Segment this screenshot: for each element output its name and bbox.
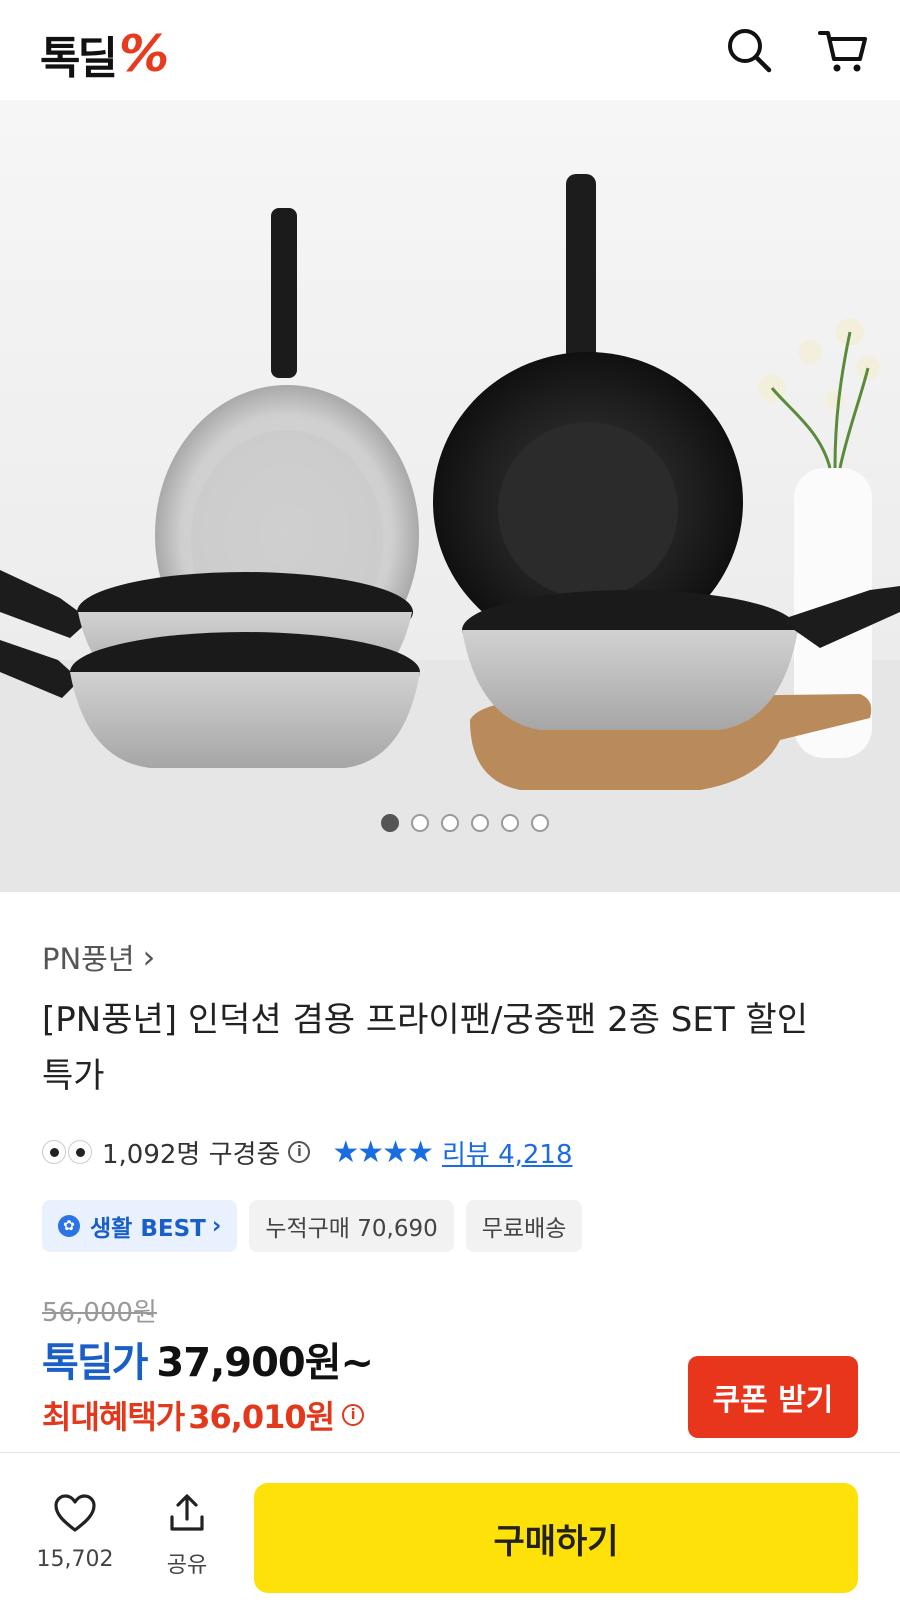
brand-name: PN풍년 — [42, 942, 135, 976]
viewer-count: 1,092명 구경중 — [102, 1139, 281, 1170]
buy-button[interactable]: 구매하기 — [254, 1483, 858, 1593]
coupon-button[interactable]: 쿠폰 받기 — [688, 1356, 858, 1438]
product-image-carousel[interactable] — [0, 100, 900, 892]
carousel-dots — [0, 814, 900, 838]
carousel-dot-5[interactable] — [501, 814, 519, 832]
star-rating-icon: ★★★★ — [332, 1134, 434, 1170]
carousel-dot-2[interactable] — [411, 814, 429, 832]
carousel-dot-3[interactable] — [441, 814, 459, 832]
best-chip-label: 생활 BEST — [90, 1216, 206, 1242]
review-link[interactable]: 리뷰 4,218 — [442, 1134, 573, 1171]
max-benefit-price: 36,010원 — [188, 1398, 335, 1436]
max-benefit-row: 최대혜택가 36,010원 i — [42, 1392, 365, 1438]
product-photo — [0, 174, 900, 892]
brand-link[interactable]: PN풍년 › — [42, 936, 155, 978]
best-badge-icon: ✿ — [58, 1215, 80, 1237]
chevron-right-icon: › — [142, 938, 156, 976]
original-price: 56,000원 — [42, 1298, 157, 1328]
bottom-action-bar: 15,702 공유 구매하기 — [0, 1452, 900, 1622]
app-header: 톡딜% — [0, 0, 900, 101]
carousel-dot-6[interactable] — [531, 814, 549, 832]
info-icon[interactable]: i — [342, 1404, 365, 1426]
search-icon[interactable] — [724, 25, 774, 75]
share-icon — [170, 1494, 204, 1531]
logo-percent-mark: % — [118, 25, 169, 83]
carousel-dot-1[interactable] — [381, 814, 399, 832]
chevron-right-icon: › — [211, 1213, 222, 1239]
deal-price-label: 톡딜가 — [42, 1340, 148, 1386]
carousel-dot-4[interactable] — [471, 814, 489, 832]
share-button[interactable]: 공유 — [142, 1493, 232, 1579]
deal-price-row: 톡딜가 37,900원~ — [42, 1330, 374, 1388]
like-button[interactable]: 15,702 — [30, 1493, 120, 1572]
info-icon[interactable]: i — [288, 1141, 311, 1163]
product-title: [PN풍년] 인덕션 겸용 프라이팬/궁중팬 2종 SET 할인 특가 — [42, 1000, 808, 1096]
share-label: 공유 — [166, 1553, 208, 1578]
best-category-chip[interactable]: ✿ 생활 BEST › — [42, 1200, 238, 1252]
product-stats: 1,092명 구경중 i ★★★★ 리뷰 4,218 — [42, 1132, 573, 1172]
cart-icon[interactable] — [818, 25, 868, 75]
eyes-icon — [42, 1140, 92, 1164]
free-shipping-chip: 무료배송 — [465, 1200, 583, 1252]
talkdeal-logo[interactable]: 톡딜% — [40, 22, 169, 86]
logo-text: 톡딜 — [40, 33, 118, 84]
cumulative-purchase-chip: 누적구매 70,690 — [249, 1200, 454, 1252]
product-chips: ✿ 생활 BEST › 누적구매 70,690 무료배송 — [42, 1200, 583, 1252]
heart-icon — [54, 1494, 96, 1532]
max-benefit-label: 최대혜택가 — [42, 1398, 185, 1436]
like-count: 15,702 — [36, 1547, 114, 1572]
deal-price: 37,900원~ — [156, 1340, 374, 1386]
